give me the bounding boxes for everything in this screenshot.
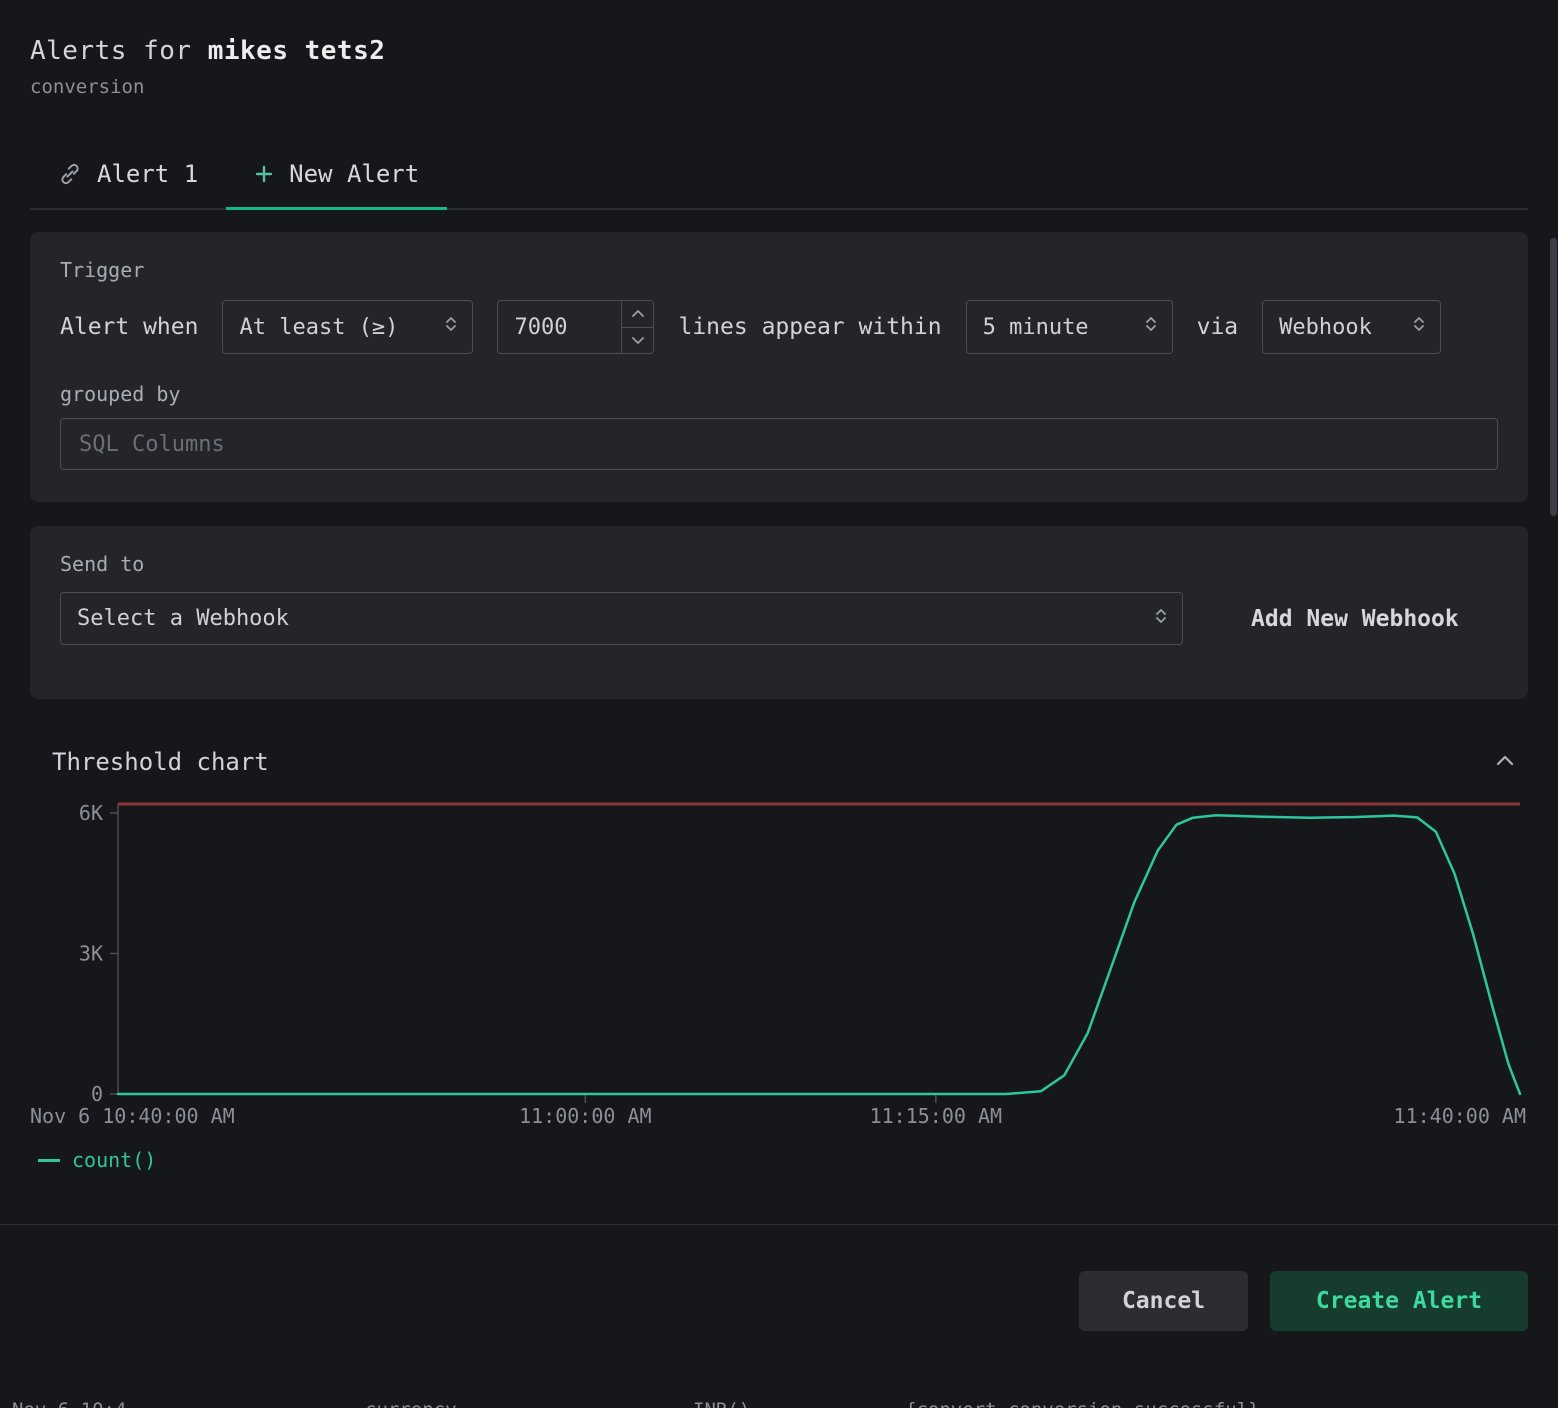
tab-alert-1-label: Alert 1 (97, 160, 198, 188)
time-window-value: 5 minute (983, 315, 1089, 340)
cancel-button[interactable]: Cancel (1079, 1271, 1248, 1331)
create-alert-button[interactable]: Create Alert (1270, 1271, 1528, 1331)
via-label: via (1197, 314, 1239, 340)
threshold-number-input (497, 300, 654, 354)
trigger-panel: Trigger Alert when At least (≥) (30, 232, 1528, 502)
svg-text:3K: 3K (79, 942, 103, 966)
collapse-chart-button[interactable] (1488, 745, 1522, 778)
trigger-section-label: Trigger (60, 258, 1498, 282)
svg-text:6K: 6K (79, 801, 103, 825)
send-to-label: Send to (60, 552, 1498, 576)
svg-text:Nov 6 10:40:00 AM: Nov 6 10:40:00 AM (30, 1104, 235, 1128)
threshold-chart-svg: 0 3K 6K Nov 6 10:40:00 AM 11:00:00 AM 11:15:0… (30, 798, 1528, 1132)
stepper-up-icon[interactable] (622, 301, 653, 328)
channel-select[interactable]: Webhook (1262, 300, 1441, 354)
svg-text:11:15:00 AM: 11:15:00 AM (870, 1104, 1002, 1128)
svg-text:11:40:00 AM: 11:40:00 AM (1394, 1104, 1526, 1128)
webhook-select-value: Select a Webhook (77, 606, 289, 631)
threshold-steppers (621, 301, 653, 353)
trigger-row: Alert when At least (≥) (60, 300, 1498, 354)
chart-legend: count() (30, 1148, 1528, 1172)
threshold-chart-section: Threshold chart 0 3K 6K Nov 6 10:40:00 AM 11… (30, 745, 1528, 1172)
chart-header: Threshold chart (30, 745, 1528, 778)
svg-text:0: 0 (91, 1082, 103, 1106)
add-new-webhook-button[interactable]: Add New Webhook (1245, 605, 1465, 633)
page-title-prefix: Alerts for (30, 36, 192, 66)
background-log-field: INR() (693, 1399, 750, 1408)
modal-footer: Cancel Create Alert (30, 1225, 1528, 1331)
chevron-updown-icon (1142, 314, 1160, 340)
link-icon (58, 162, 82, 186)
page-subtitle: conversion (30, 76, 1528, 98)
send-to-row: Select a Webhook Add New Webhook (60, 592, 1498, 645)
stepper-down-icon[interactable] (622, 328, 653, 354)
comparator-select[interactable]: At least (≥) (222, 300, 473, 354)
grouped-by-label: grouped by (60, 382, 1498, 406)
legend-series-label: count() (72, 1148, 156, 1172)
background-log-timestamp: Nov 6 10:4 (12, 1399, 126, 1408)
chevron-up-icon (1492, 759, 1518, 774)
plus-icon (254, 164, 274, 184)
alert-when-label: Alert when (60, 314, 198, 340)
scrollbar-thumb[interactable] (1550, 238, 1557, 516)
chevron-updown-icon (1152, 606, 1170, 632)
channel-value: Webhook (1279, 315, 1372, 340)
alert-tabs: Alert 1 New Alert (30, 144, 1528, 210)
tab-new-alert[interactable]: New Alert (226, 144, 447, 208)
background-log-message: {convert conversion successful} (905, 1399, 1260, 1408)
chevron-updown-icon (442, 314, 460, 340)
comparator-value: At least (≥) (239, 315, 398, 340)
svg-text:11:00:00 AM: 11:00:00 AM (519, 1104, 651, 1128)
legend-line-swatch (38, 1159, 60, 1162)
webhook-select[interactable]: Select a Webhook (60, 592, 1183, 645)
tab-new-alert-label: New Alert (289, 160, 419, 188)
page-title: Alerts for mikes tets2 (30, 0, 1528, 66)
send-to-panel: Send to Select a Webhook Add New Webhook (30, 526, 1528, 699)
tab-alert-1[interactable]: Alert 1 (30, 144, 226, 208)
page-title-source-name: mikes tets2 (208, 36, 386, 66)
background-log-row: Nov 6 10:4 currency INR() {convert conve… (0, 1399, 1558, 1408)
threshold-chart: 0 3K 6K Nov 6 10:40:00 AM 11:00:00 AM 11:15:0… (30, 798, 1528, 1132)
lines-appear-within-label: lines appear within (678, 314, 941, 340)
group-by-input[interactable] (60, 418, 1498, 470)
background-log-service: currency (365, 1399, 457, 1408)
threshold-value-field[interactable] (498, 301, 621, 353)
time-window-select[interactable]: 5 minute (966, 300, 1173, 354)
alert-modal: Alerts for mikes tets2 conversion Alert … (0, 0, 1558, 1331)
chevron-updown-icon (1410, 314, 1428, 340)
chart-title: Threshold chart (52, 748, 269, 776)
